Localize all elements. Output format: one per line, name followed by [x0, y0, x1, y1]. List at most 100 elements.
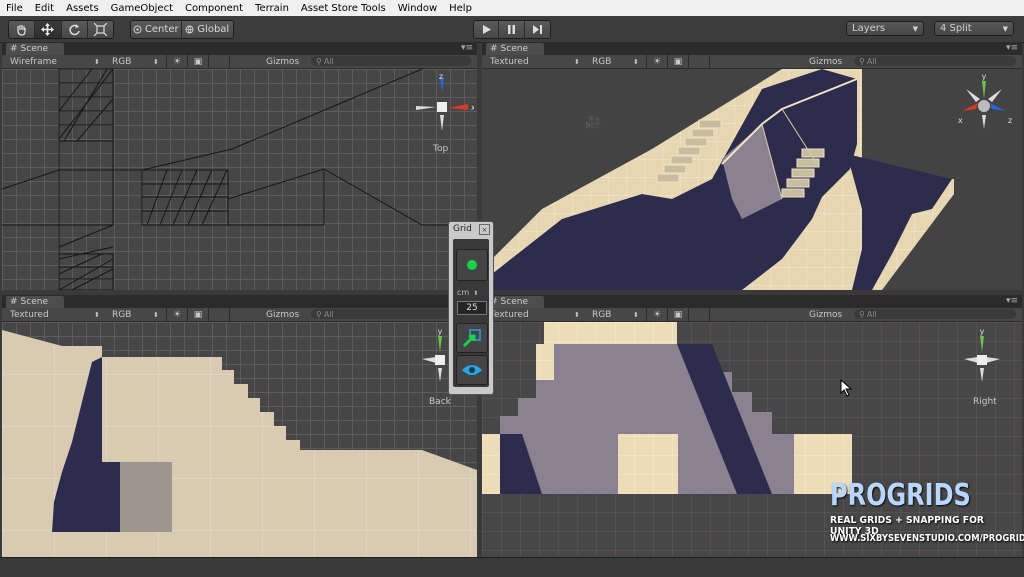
color-mode-dropdown[interactable]: RGB: [592, 56, 611, 67]
search-icon: ⚲: [316, 309, 322, 319]
scene-canvas[interactable]: 🎥 y x z: [482, 69, 1022, 290]
scene-tab-bar: #Scene ▾≡: [482, 42, 1022, 55]
search-placeholder: All: [323, 56, 334, 66]
effects-toggle[interactable]: [208, 55, 230, 68]
gizmos-dropdown[interactable]: Gizmos: [266, 309, 299, 320]
color-mode-dropdown[interactable]: RGB: [112, 309, 131, 320]
lighting-toggle[interactable]: ☀: [646, 308, 667, 321]
grid-size-input[interactable]: 25: [457, 301, 487, 315]
scene-tab[interactable]: #Scene: [486, 43, 544, 55]
pivot-icon: [133, 25, 142, 34]
pause-button[interactable]: [499, 21, 525, 38]
gizmos-dropdown[interactable]: Gizmos: [266, 56, 299, 67]
orientation-gizmo[interactable]: z x: [414, 73, 474, 135]
scene-view-bottom-left[interactable]: #Scene ▾≡ Textured ⬍ RGB ⬍ ☀ ▣ Gizmos ⚲A…: [2, 295, 477, 557]
menu-edit[interactable]: Edit: [29, 3, 60, 14]
hand-tool-button[interactable]: [9, 21, 36, 38]
effects-toggle[interactable]: [208, 308, 230, 321]
layers-dropdown[interactable]: Layers ▼: [846, 21, 924, 36]
search-placeholder: All: [866, 56, 877, 66]
render-mode-label: Textured: [10, 309, 49, 320]
grid-unit-dropdown[interactable]: cm ⬍: [457, 288, 478, 297]
scene-view-top-left[interactable]: # Scene ▾≡ Wireframe ⬍ RGB ⬍ ☀ ▣ Gizmos ⚲…: [2, 42, 477, 290]
menu-file[interactable]: File: [0, 3, 29, 14]
scene-tab[interactable]: #Scene: [486, 296, 544, 308]
eye-icon: [462, 365, 482, 375]
chevron-icon: ⬍: [633, 57, 639, 66]
render-mode-dropdown[interactable]: Textured: [10, 309, 49, 320]
image-toggle[interactable]: ▣: [187, 55, 208, 68]
gizmos-dropdown[interactable]: Gizmos: [809, 309, 842, 320]
color-mode-label: RGB: [592, 309, 612, 320]
snap-icon: [462, 329, 481, 348]
scene-tab[interactable]: #Scene: [6, 296, 64, 308]
tab-menu-icon[interactable]: ▾≡: [1006, 43, 1018, 53]
rotate-icon: [69, 24, 80, 36]
color-mode-dropdown[interactable]: RGB: [112, 56, 131, 67]
tab-menu-icon[interactable]: ▾≡: [1006, 296, 1018, 306]
chevron-down-icon: ▼: [912, 24, 918, 33]
search-input[interactable]: ⚲ All: [854, 56, 1016, 66]
orientation-gizmo[interactable]: y x z: [954, 71, 1016, 137]
rotate-tool-button[interactable]: [62, 21, 88, 38]
grid-tab-icon: #: [10, 297, 18, 307]
snap-to-grid-button[interactable]: [456, 323, 488, 353]
image-icon: ▣: [673, 309, 683, 320]
scene-tab[interactable]: #Scene: [6, 43, 64, 55]
lighting-toggle[interactable]: ☀: [646, 55, 667, 68]
gizmos-dropdown[interactable]: Gizmos: [809, 56, 842, 67]
menu-window[interactable]: Window: [392, 3, 443, 14]
axis-label-x: x: [471, 103, 474, 112]
hand-icon: [17, 25, 26, 36]
space-label: Global: [197, 24, 230, 35]
scene-canvas[interactable]: y Back: [2, 322, 477, 557]
move-tool-button[interactable]: [35, 21, 62, 38]
brand-title: PROGRIDS: [830, 478, 971, 513]
render-mode-dropdown[interactable]: Textured: [490, 56, 529, 67]
lighting-toggle[interactable]: ☀: [166, 55, 187, 68]
grid-toggle-button[interactable]: [456, 249, 488, 281]
tab-menu-icon[interactable]: ▾≡: [461, 43, 473, 53]
camera-icon[interactable]: 🎥: [585, 115, 601, 130]
search-icon: ⚲: [316, 56, 322, 66]
menu-asset-store-tools[interactable]: Asset Store Tools: [295, 3, 392, 14]
menu-assets[interactable]: Assets: [60, 3, 105, 14]
gizmos-label: Gizmos: [266, 56, 300, 67]
menu-gameobject[interactable]: GameObject: [105, 3, 179, 14]
play-button[interactable]: [474, 21, 500, 38]
render-mode-dropdown[interactable]: Textured: [490, 309, 529, 320]
search-placeholder: All: [323, 309, 334, 319]
pivot-center-button[interactable]: Center: [131, 21, 182, 38]
axis-label-y: y: [980, 327, 985, 336]
render-mode-dropdown[interactable]: Wireframe: [10, 56, 57, 67]
search-input[interactable]: ⚲ All: [311, 56, 471, 66]
step-button[interactable]: [525, 21, 550, 38]
close-icon[interactable]: ×: [479, 224, 490, 235]
status-bar: [0, 557, 1024, 577]
space-global-button[interactable]: Global: [182, 21, 233, 38]
image-toggle[interactable]: ▣: [667, 55, 688, 68]
effects-toggle[interactable]: [688, 55, 710, 68]
show-grid-button[interactable]: [456, 355, 488, 385]
lighting-toggle[interactable]: ☀: [166, 308, 187, 321]
scene-canvas[interactable]: z x Top: [2, 69, 477, 290]
search-input[interactable]: ⚲ All: [854, 309, 1016, 319]
layout-dropdown[interactable]: 4 Split ▼: [934, 21, 1014, 36]
gizmos-label: Gizmos: [266, 309, 300, 320]
progrids-panel: Grid × cm ⬍ 25: [448, 221, 494, 395]
scale-tool-button[interactable]: [88, 21, 113, 38]
globe-icon: [185, 25, 194, 34]
image-toggle[interactable]: ▣: [667, 308, 688, 321]
search-input[interactable]: ⚲ All: [311, 309, 451, 319]
menu-help[interactable]: Help: [443, 3, 478, 14]
orientation-gizmo[interactable]: y: [960, 326, 1018, 384]
effects-toggle[interactable]: [688, 308, 710, 321]
scene-view-top-right[interactable]: # Scene ▾≡ Textured ⬍ RGB ⬍ ☀ ▣ Gizmos ⚲ A…: [482, 42, 1022, 290]
scale-icon: [93, 23, 107, 36]
menu-component[interactable]: Component: [179, 3, 249, 14]
color-mode-label: RGB: [112, 309, 132, 320]
step-icon: [532, 25, 542, 34]
menu-terrain[interactable]: Terrain: [249, 3, 295, 14]
image-toggle[interactable]: ▣: [187, 308, 208, 321]
color-mode-dropdown[interactable]: RGB: [592, 309, 611, 320]
